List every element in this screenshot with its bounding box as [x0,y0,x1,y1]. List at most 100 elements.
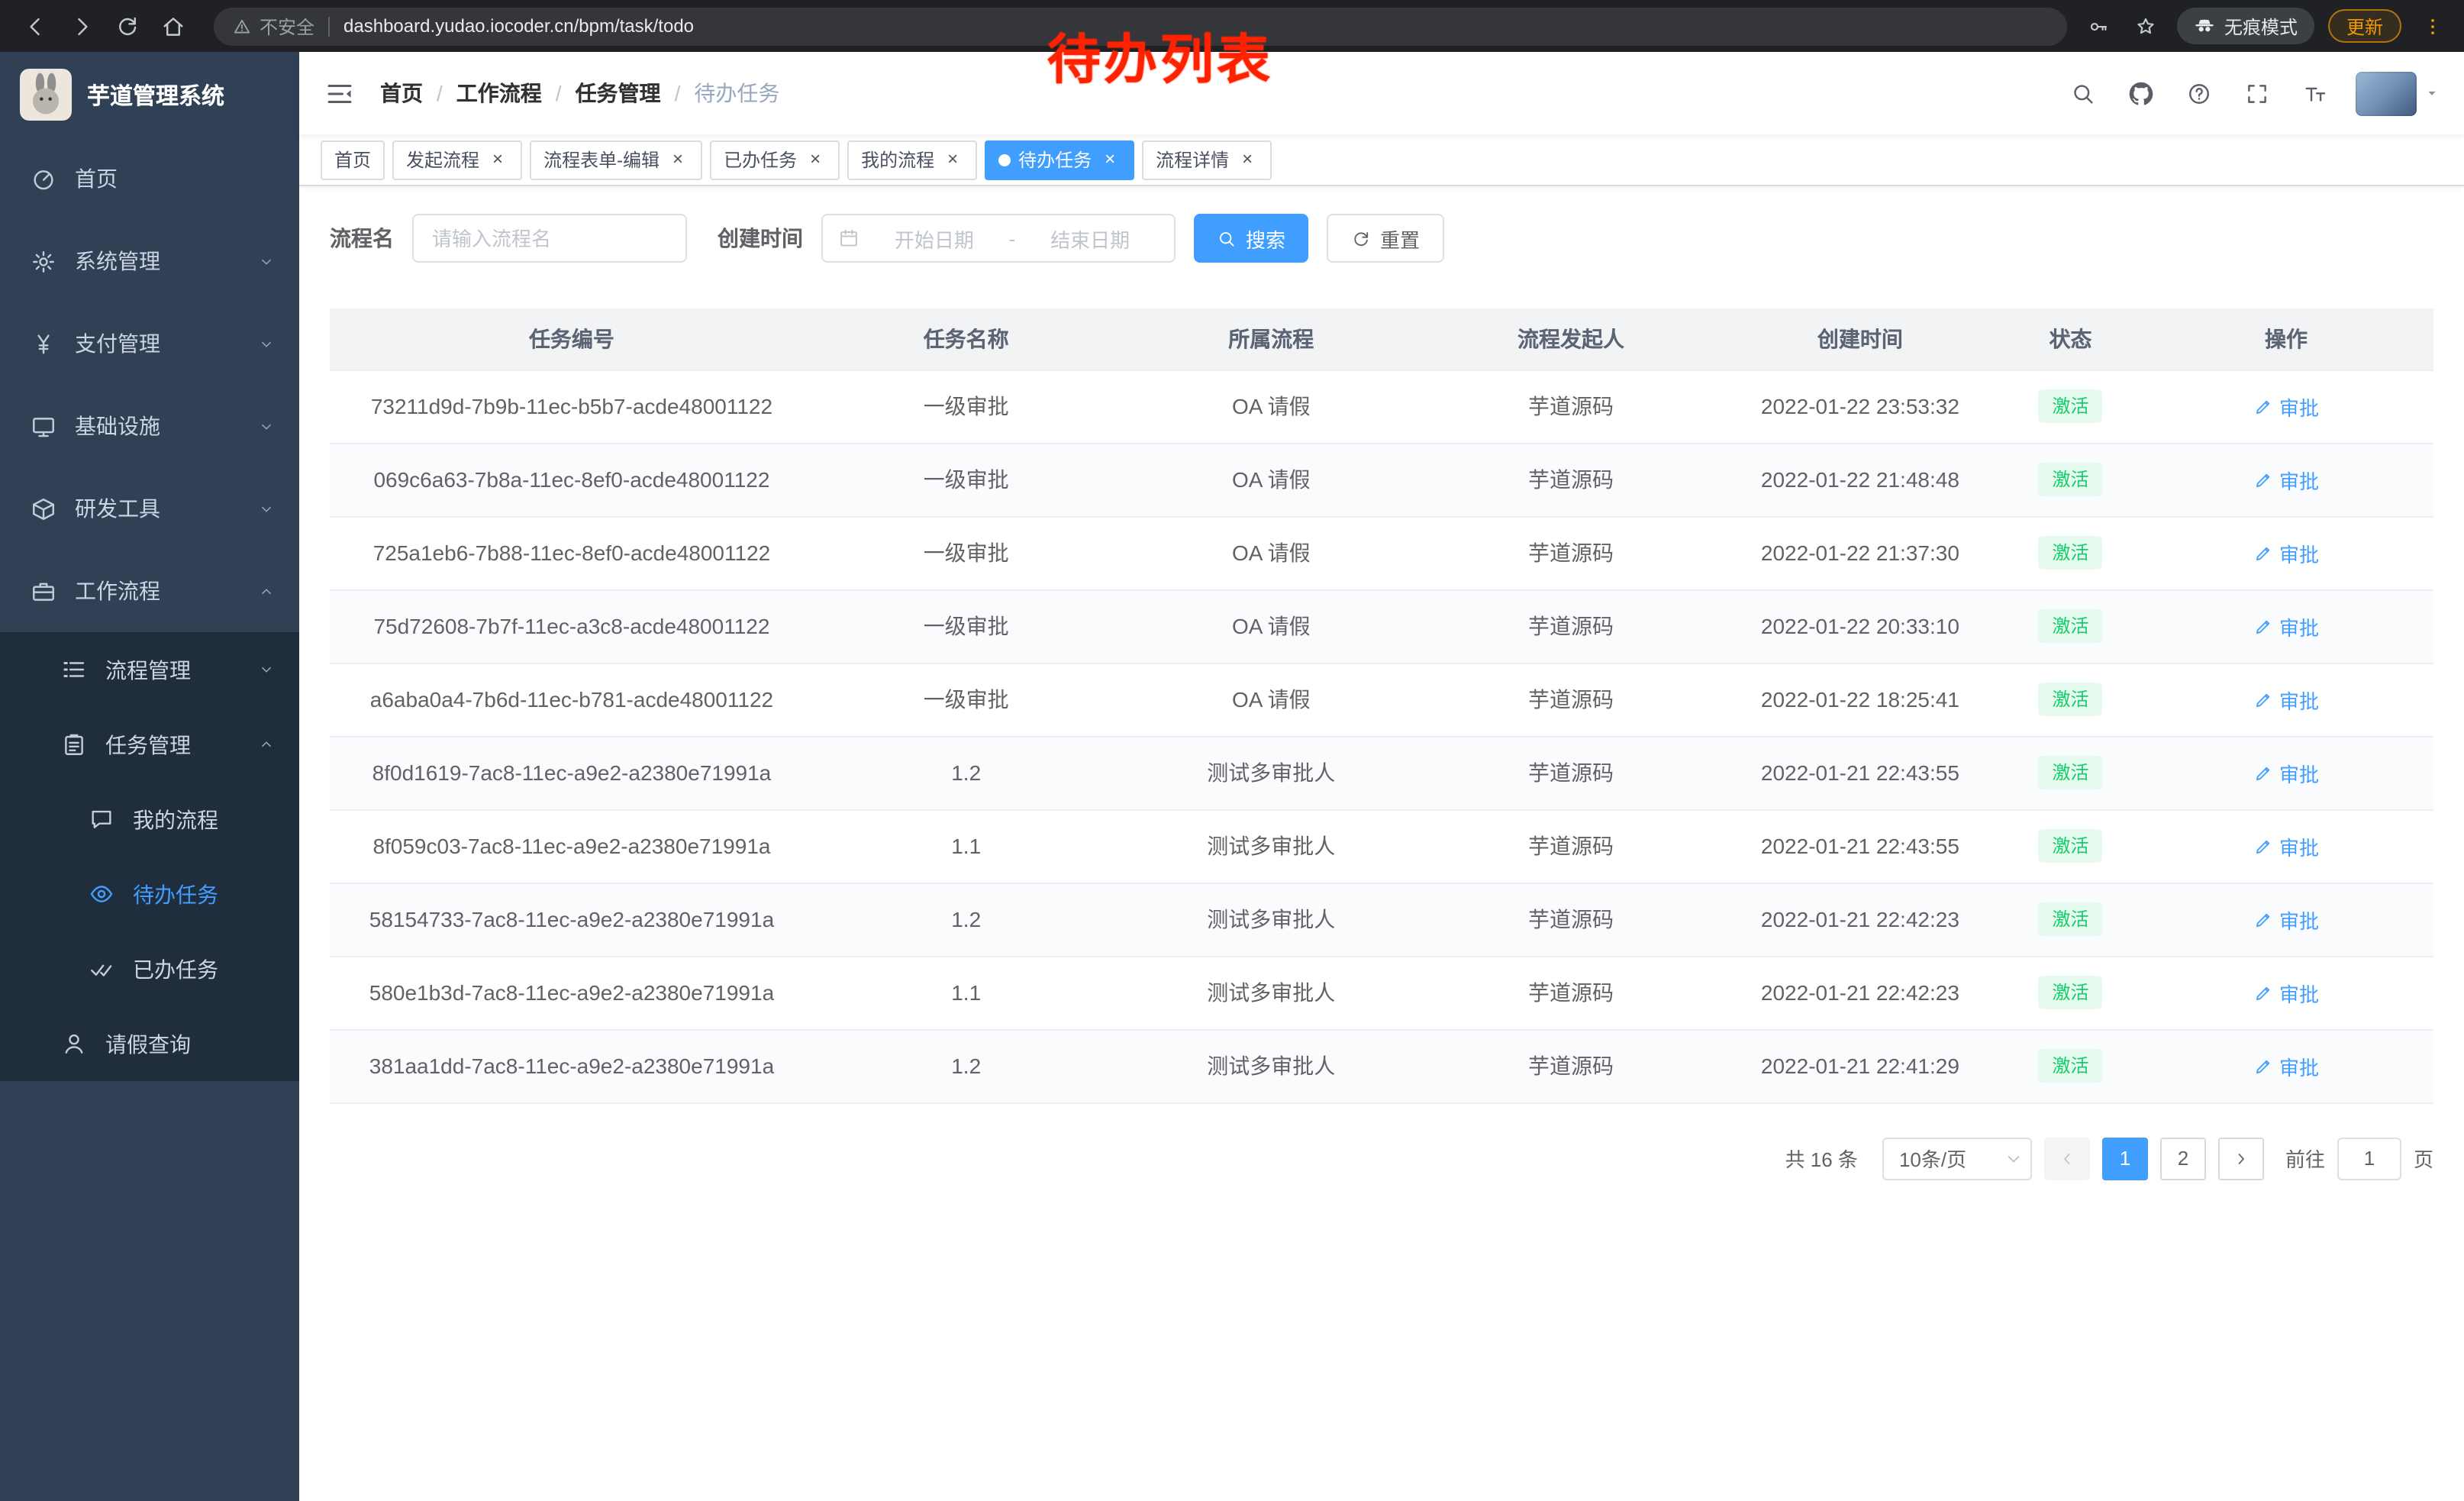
chevron-down-icon [2003,1148,2024,1169]
help-button[interactable] [2175,70,2221,116]
sidebar-item-dev-tools[interactable]: 研发工具 [0,467,299,550]
browser-menu-button[interactable] [2415,9,2449,43]
sidebar-item-label: 工作流程 [75,576,258,606]
chevron-down-icon [258,661,275,678]
search-button[interactable]: 搜索 [1194,214,1308,263]
close-icon[interactable]: × [1099,149,1121,170]
sidebar-item-leave-query[interactable]: 请假查询 [0,1006,299,1081]
box-icon [31,495,56,521]
bookmark-star-button[interactable] [2130,9,2163,43]
prev-page-button[interactable] [2044,1137,2090,1180]
reset-button[interactable]: 重置 [1327,214,1444,263]
process-cell: OA 请假 [1119,443,1424,516]
create-time-label: 创建时间 [718,223,803,253]
breadcrumb-task-mgmt[interactable]: 任务管理 [576,78,661,108]
url-text: dashboard.yudao.iocoder.cn/bpm/task/todo [343,15,694,37]
approve-link[interactable]: 审批 [2253,1051,2319,1080]
approve-link[interactable]: 审批 [2253,538,2319,567]
refresh-icon [1351,228,1371,248]
briefcase-icon [31,578,56,604]
close-icon[interactable]: × [942,149,963,170]
initiator-cell: 芋道源码 [1424,516,1718,589]
approve-link[interactable]: 审批 [2253,612,2319,641]
total-count: 共 16 条 [1785,1144,1858,1173]
sidebar-item-workflow[interactable]: 工作流程 [0,550,299,632]
sidebar-item-done-tasks[interactable]: 已办任务 [0,931,299,1006]
sidebar-toggle-button[interactable] [324,77,356,109]
sidebar-item-label: 请假查询 [105,1028,275,1059]
user-menu[interactable] [2356,71,2440,115]
table-row: 8f059c03-7ac8-11ec-a9e2-a2380e71991a1.1测… [330,809,2433,883]
tab-done-tasks[interactable]: 已办任务 × [710,140,840,179]
status-badge: 激活 [2038,683,2102,716]
tab-form-edit[interactable]: 流程表单-编辑× [530,140,702,179]
fullscreen-button[interactable] [2233,70,2279,116]
close-icon[interactable]: × [667,149,689,170]
tab-process-detail[interactable]: 流程详情× [1142,140,1272,179]
page-button-2[interactable]: 2 [2160,1137,2206,1180]
approve-link[interactable]: 审批 [2253,831,2319,860]
tab-label: 已办任务 [724,147,797,173]
header-search-button[interactable] [2059,70,2105,116]
status-badge: 激活 [2038,536,2102,570]
sidebar-item-todo-tasks[interactable]: 待办任务 [0,857,299,931]
chevron-down-icon [258,335,275,352]
chevron-down-icon [258,418,275,434]
next-page-button[interactable] [2218,1137,2264,1180]
tab-my-process[interactable]: 我的流程× [847,140,977,179]
date-range-picker[interactable]: 开始日期 - 结束日期 [821,214,1176,263]
status-badge: 激活 [2038,609,2102,643]
browser-back-button[interactable] [15,6,55,46]
table-row: 580e1b3d-7ac8-11ec-a9e2-a2380e71991a1.1测… [330,956,2433,1029]
sidebar-item-payment-mgmt[interactable]: 支付管理 [0,302,299,385]
approve-link[interactable]: 审批 [2253,392,2319,421]
chat-icon [89,806,114,832]
process-name-input[interactable] [412,214,687,263]
task-id-cell: 8f0d1619-7ac8-11ec-a9e2-a2380e71991a [330,736,814,809]
browser-forward-button[interactable] [61,6,101,46]
font-size-button[interactable] [2291,70,2337,116]
password-key-button[interactable] [2082,9,2116,43]
approve-link[interactable]: 审批 [2253,758,2319,787]
browser-reload-button[interactable] [107,6,147,46]
task-name-cell: 一级审批 [814,663,1119,736]
tab-home[interactable]: 首页 [321,140,385,179]
tab-start-process[interactable]: 发起流程× [392,140,522,179]
page-button-1[interactable]: 1 [2102,1137,2148,1180]
action-cell: 审批 [2139,1029,2433,1102]
sidebar-item-task-mgmt[interactable]: 任务管理 [0,707,299,782]
sidebar-item-my-process[interactable]: 我的流程 [0,782,299,857]
sidebar-item-infrastructure[interactable]: 基础设施 [0,385,299,467]
browser-toolbar-right: 无痕模式 更新 [2082,8,2449,44]
close-icon[interactable]: × [805,149,826,170]
chevron-down-icon [258,253,275,270]
sidebar-item-label: 基础设施 [75,411,258,441]
chevron-up-icon [258,736,275,753]
task-id-cell: 381aa1dd-7ac8-11ec-a9e2-a2380e71991a [330,1029,814,1102]
breadcrumb-workflow[interactable]: 工作流程 [456,78,542,108]
status-cell: 激活 [2002,883,2139,956]
breadcrumb: 首页 / 工作流程 / 任务管理 / 待办任务 [380,78,779,108]
breadcrumb-home[interactable]: 首页 [380,78,423,108]
sidebar-item-system-mgmt[interactable]: 系统管理 [0,220,299,302]
approve-link[interactable]: 审批 [2253,685,2319,714]
approve-link[interactable]: 审批 [2253,465,2319,494]
breadcrumb-separator: / [556,81,562,105]
tab-todo-tasks[interactable]: 待办任务× [985,140,1134,179]
browser-update-button[interactable]: 更新 [2328,9,2401,43]
sidebar-item-label: 研发工具 [75,493,258,524]
edit-icon [2253,909,2273,929]
close-icon[interactable]: × [487,149,508,170]
close-icon[interactable]: × [1237,149,1258,170]
browser-home-button[interactable] [153,6,192,46]
goto-page-input[interactable] [2337,1137,2401,1180]
sidebar-item-home[interactable]: 首页 [0,137,299,220]
search-icon [1217,228,1237,248]
page-size-select[interactable]: 10条/页 [1882,1137,2032,1180]
github-link[interactable] [2117,70,2163,116]
breadcrumb-current: 待办任务 [694,78,779,108]
sidebar-item-process-mgmt[interactable]: 流程管理 [0,632,299,707]
app-logo[interactable]: 芋道管理系统 [0,52,299,137]
approve-link[interactable]: 审批 [2253,905,2319,934]
approve-link[interactable]: 审批 [2253,978,2319,1007]
